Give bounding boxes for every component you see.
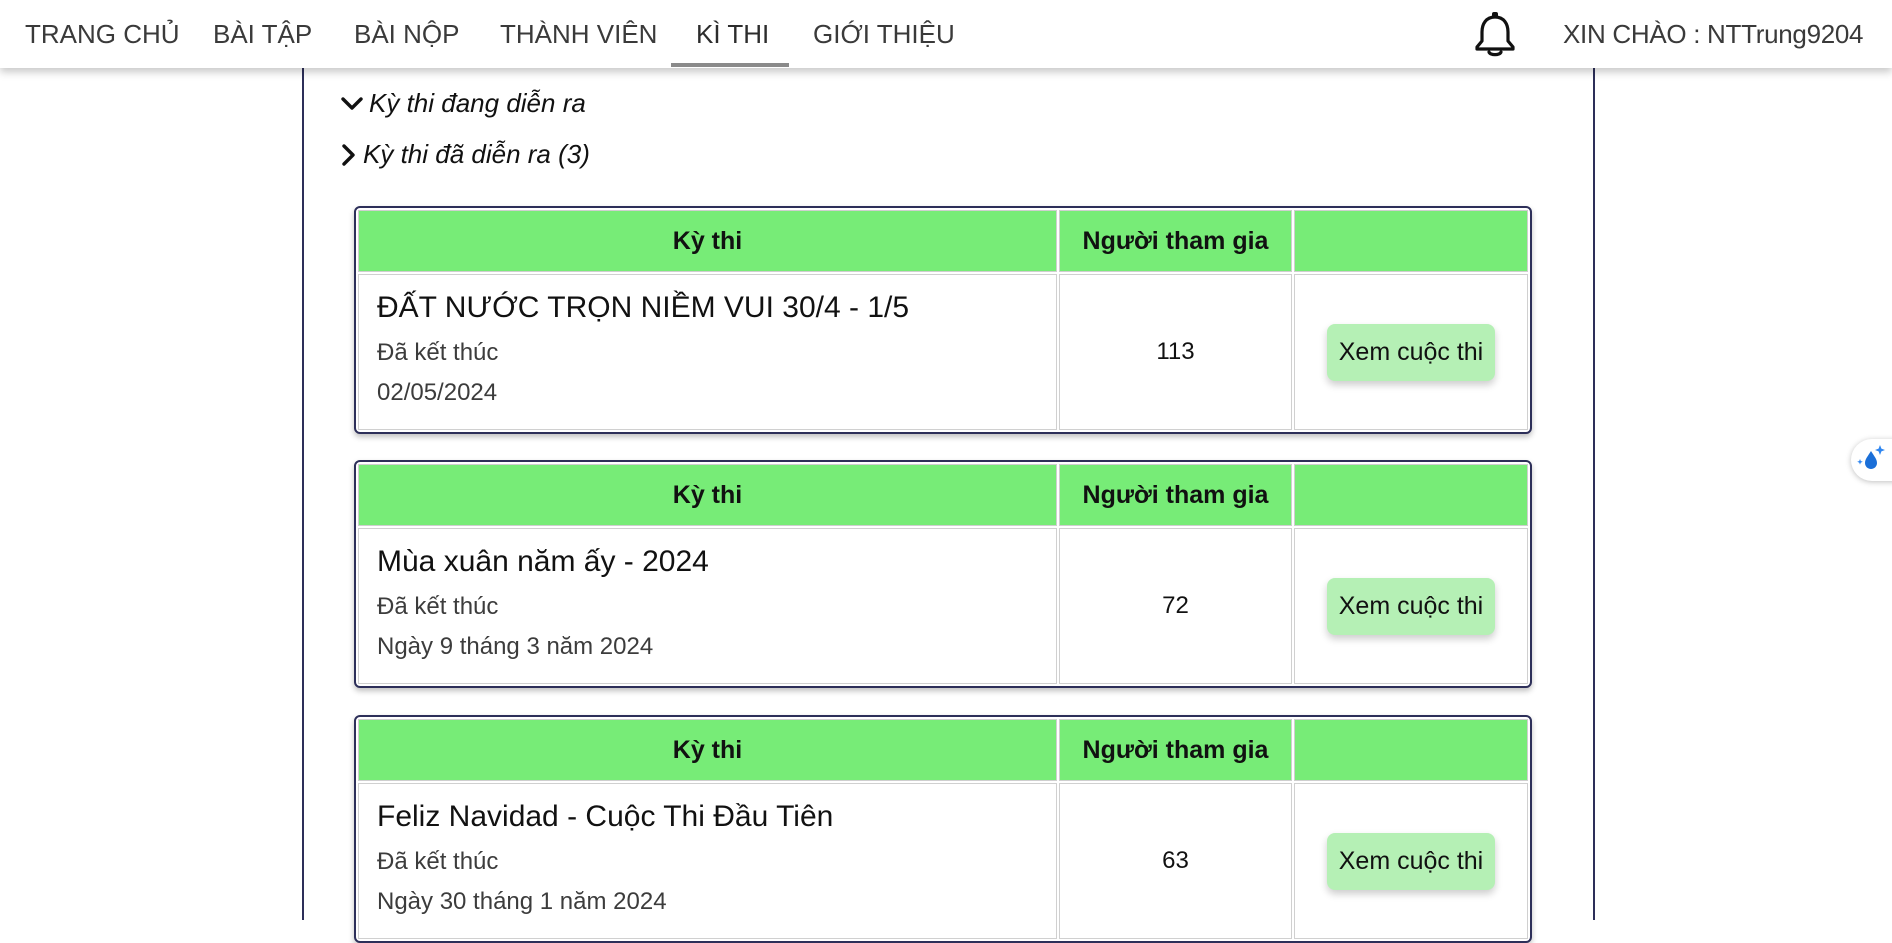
nav-item-about[interactable]: GIỚI THIỆU (788, 0, 980, 68)
top-navbar: TRANG CHỦ BÀI TẬP BÀI NỘP THÀNH VIÊN KÌ … (0, 0, 1892, 68)
nav-item-contests[interactable]: KÌ THI (671, 0, 794, 68)
contest-card: Kỳ thi Người tham gia Feliz Navidad - Cu… (354, 715, 1532, 943)
contest-status: Đã kết thúc (377, 338, 499, 366)
contest-title: Feliz Navidad - Cuộc Thi Đầu Tiên (377, 799, 834, 833)
contest-table: Kỳ thi Người tham gia Feliz Navidad - Cu… (356, 717, 1530, 941)
participant-count: 72 (1059, 528, 1292, 684)
contest-date: Ngày 30 tháng 1 năm 2024 (377, 887, 667, 915)
header-participants: Người tham gia (1059, 464, 1292, 526)
header-action (1294, 464, 1528, 526)
header-action (1294, 210, 1528, 272)
header-contest: Kỳ thi (358, 210, 1057, 272)
contest-title: Mùa xuân năm ấy - 2024 (377, 544, 709, 578)
contest-status: Đã kết thúc (377, 847, 499, 875)
header-contest: Kỳ thi (358, 464, 1057, 526)
section-ongoing-toggle[interactable]: Kỳ thi đang diễn ra (341, 88, 586, 119)
header-participants: Người tham gia (1059, 719, 1292, 781)
view-contest-button[interactable]: Xem cuộc thi (1326, 577, 1496, 635)
active-tab-indicator (671, 63, 789, 67)
contest-card: Kỳ thi Người tham gia Mùa xuân năm ấy - … (354, 460, 1532, 688)
contest-table: Kỳ thi Người tham gia ĐẤT NƯỚC TRỌN NIỀM… (356, 208, 1530, 432)
contest-date: Ngày 9 tháng 3 năm 2024 (377, 632, 654, 660)
header-participants: Người tham gia (1059, 210, 1292, 272)
section-past-label: Kỳ thi đã diễn ra (3) (363, 139, 590, 169)
contest-info-cell: ĐẤT NƯỚC TRỌN NIỀM VUI 30/4 - 1/5 Đã kết… (358, 274, 1057, 430)
chevron-right-icon (342, 143, 355, 166)
section-ongoing-label: Kỳ thi đang diễn ra (369, 88, 586, 118)
chevron-down-icon (341, 96, 363, 110)
contest-action-cell: Xem cuộc thi (1294, 274, 1528, 430)
nav-item-submissions[interactable]: BÀI NỘP (329, 0, 484, 68)
contest-status: Đã kết thúc (377, 592, 499, 620)
contest-card: Kỳ thi Người tham gia ĐẤT NƯỚC TRỌN NIỀM… (354, 206, 1532, 434)
participant-count: 63 (1059, 783, 1292, 939)
contest-action-cell: Xem cuộc thi (1294, 528, 1528, 684)
view-contest-button[interactable]: Xem cuộc thi (1326, 323, 1496, 381)
nav-item-home[interactable]: TRANG CHỦ (0, 0, 205, 68)
nav-item-members[interactable]: THÀNH VIÊN (475, 0, 682, 68)
contest-title: ĐẤT NƯỚC TRỌN NIỀM VUI 30/4 - 1/5 (377, 290, 910, 324)
contest-info-cell: Feliz Navidad - Cuộc Thi Đầu Tiên Đã kết… (358, 783, 1057, 939)
sparkle-drop-icon[interactable] (1851, 439, 1892, 481)
contest-action-cell: Xem cuộc thi (1294, 783, 1528, 939)
participant-count: 113 (1059, 274, 1292, 430)
header-action (1294, 719, 1528, 781)
greeting-text[interactable]: XIN CHÀO : NTTrung9204 (1563, 0, 1864, 68)
section-past-toggle[interactable]: Kỳ thi đã diễn ra (3) (341, 139, 590, 170)
contest-table: Kỳ thi Người tham gia Mùa xuân năm ấy - … (356, 462, 1530, 686)
bell-icon[interactable] (1474, 11, 1516, 57)
view-contest-button[interactable]: Xem cuộc thi (1326, 832, 1496, 890)
contest-date: 02/05/2024 (377, 378, 498, 406)
nav-item-exercises[interactable]: BÀI TẬP (188, 0, 337, 68)
contest-info-cell: Mùa xuân năm ấy - 2024 Đã kết thúc Ngày … (358, 528, 1057, 684)
header-contest: Kỳ thi (358, 719, 1057, 781)
